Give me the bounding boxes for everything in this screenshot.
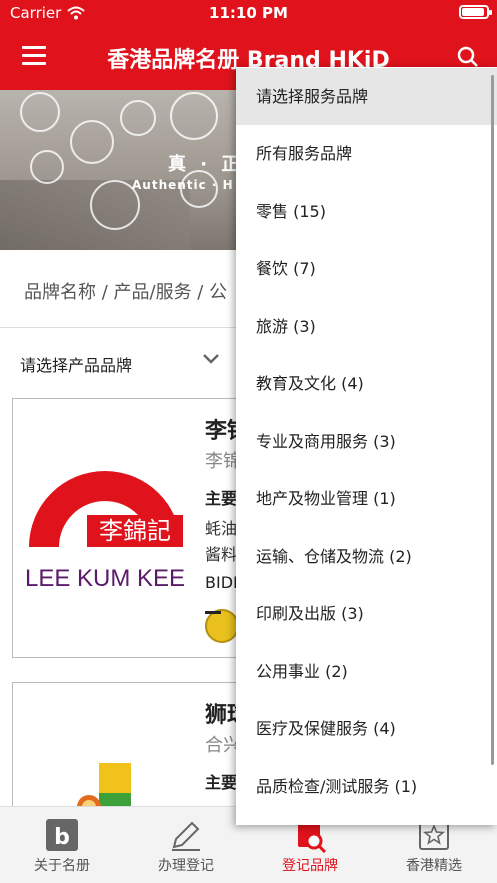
bulb-icon	[20, 92, 60, 132]
main-products-heading: 主要	[205, 773, 238, 792]
status-time: 11:10 PM	[209, 4, 288, 22]
bid-label: BIDI	[205, 573, 238, 592]
battery-icon	[459, 5, 492, 19]
dropdown-option[interactable]: 印刷及出版 (3)	[236, 585, 497, 642]
chevron-down-icon	[203, 354, 219, 364]
badge-dash	[205, 611, 221, 614]
dropdown-option[interactable]: 品质检查/测试服务 (1)	[236, 758, 497, 815]
tab-label: 香港精选	[406, 858, 462, 874]
briefcase-icon	[70, 120, 114, 164]
svg-text:b: b	[54, 825, 70, 850]
lkk-arc-icon: 李錦記	[29, 471, 183, 547]
dropdown-option[interactable]: 教育及文化 (4)	[236, 355, 497, 412]
lkk-chinese-logotype: 李錦記	[99, 517, 171, 545]
dropdown-option[interactable]: 运输、仓储及物流 (2)	[236, 528, 497, 585]
search-placeholder: 品牌名称 / 产品/服务 / 公	[24, 282, 228, 303]
tab-label: 办理登记	[158, 858, 214, 874]
product-brand-select[interactable]: 请选择产品品牌	[0, 328, 236, 396]
cloud-icon	[120, 100, 156, 136]
search-icon[interactable]	[457, 46, 479, 68]
b-badge-icon: b	[46, 819, 78, 851]
lkk-english-logotype: LEE KUM KEE	[25, 565, 186, 592]
dropdown-option[interactable]: 请选择服务品牌	[236, 68, 497, 125]
dropdown-option[interactable]: 所有服务品牌	[236, 125, 497, 182]
product-line: 蚝油	[205, 519, 238, 538]
dropdown-option[interactable]: 地产及物业管理 (1)	[236, 470, 497, 527]
banner-headline: 真 · 正	[168, 154, 244, 175]
dropdown-option[interactable]: 医疗及保健服务 (4)	[236, 700, 497, 757]
shirt-icon	[170, 92, 218, 140]
tab-about[interactable]: b 关于名册	[0, 807, 124, 883]
status-bar: Carrier 11:10 PM	[0, 0, 497, 26]
tab-label: 关于名册	[34, 858, 90, 874]
dropdown-option[interactable]: 零售 (15)	[236, 183, 497, 240]
lee-kum-kee-logo: 李錦記 LEE KUM KEE	[25, 469, 185, 599]
pencil-icon	[172, 821, 200, 851]
banner-subheadline: Authentic · H	[132, 178, 234, 192]
dropdown-option[interactable]: 旅游 (3)	[236, 298, 497, 355]
dropdown-option[interactable]: 餐饮 (7)	[236, 240, 497, 297]
dropdown-scrollbar[interactable]	[491, 75, 494, 765]
service-brand-dropdown[interactable]: 请选择服务品牌 所有服务品牌 零售 (15) 餐饮 (7) 旅游 (3) 教育及…	[236, 67, 497, 825]
main-products-heading: 主要	[205, 489, 238, 508]
dropdown-option[interactable]: 专业及商用服务 (3)	[236, 413, 497, 470]
product-line: 酱料	[205, 545, 238, 564]
dropdown-option[interactable]: 公用事业 (2)	[236, 643, 497, 700]
tab-register[interactable]: 办理登记	[124, 807, 248, 883]
award-badge-icon	[205, 609, 239, 643]
gift-icon	[30, 150, 64, 184]
tab-label: 登记品牌	[282, 858, 338, 874]
product-brand-select-label: 请选择产品品牌	[20, 356, 133, 375]
